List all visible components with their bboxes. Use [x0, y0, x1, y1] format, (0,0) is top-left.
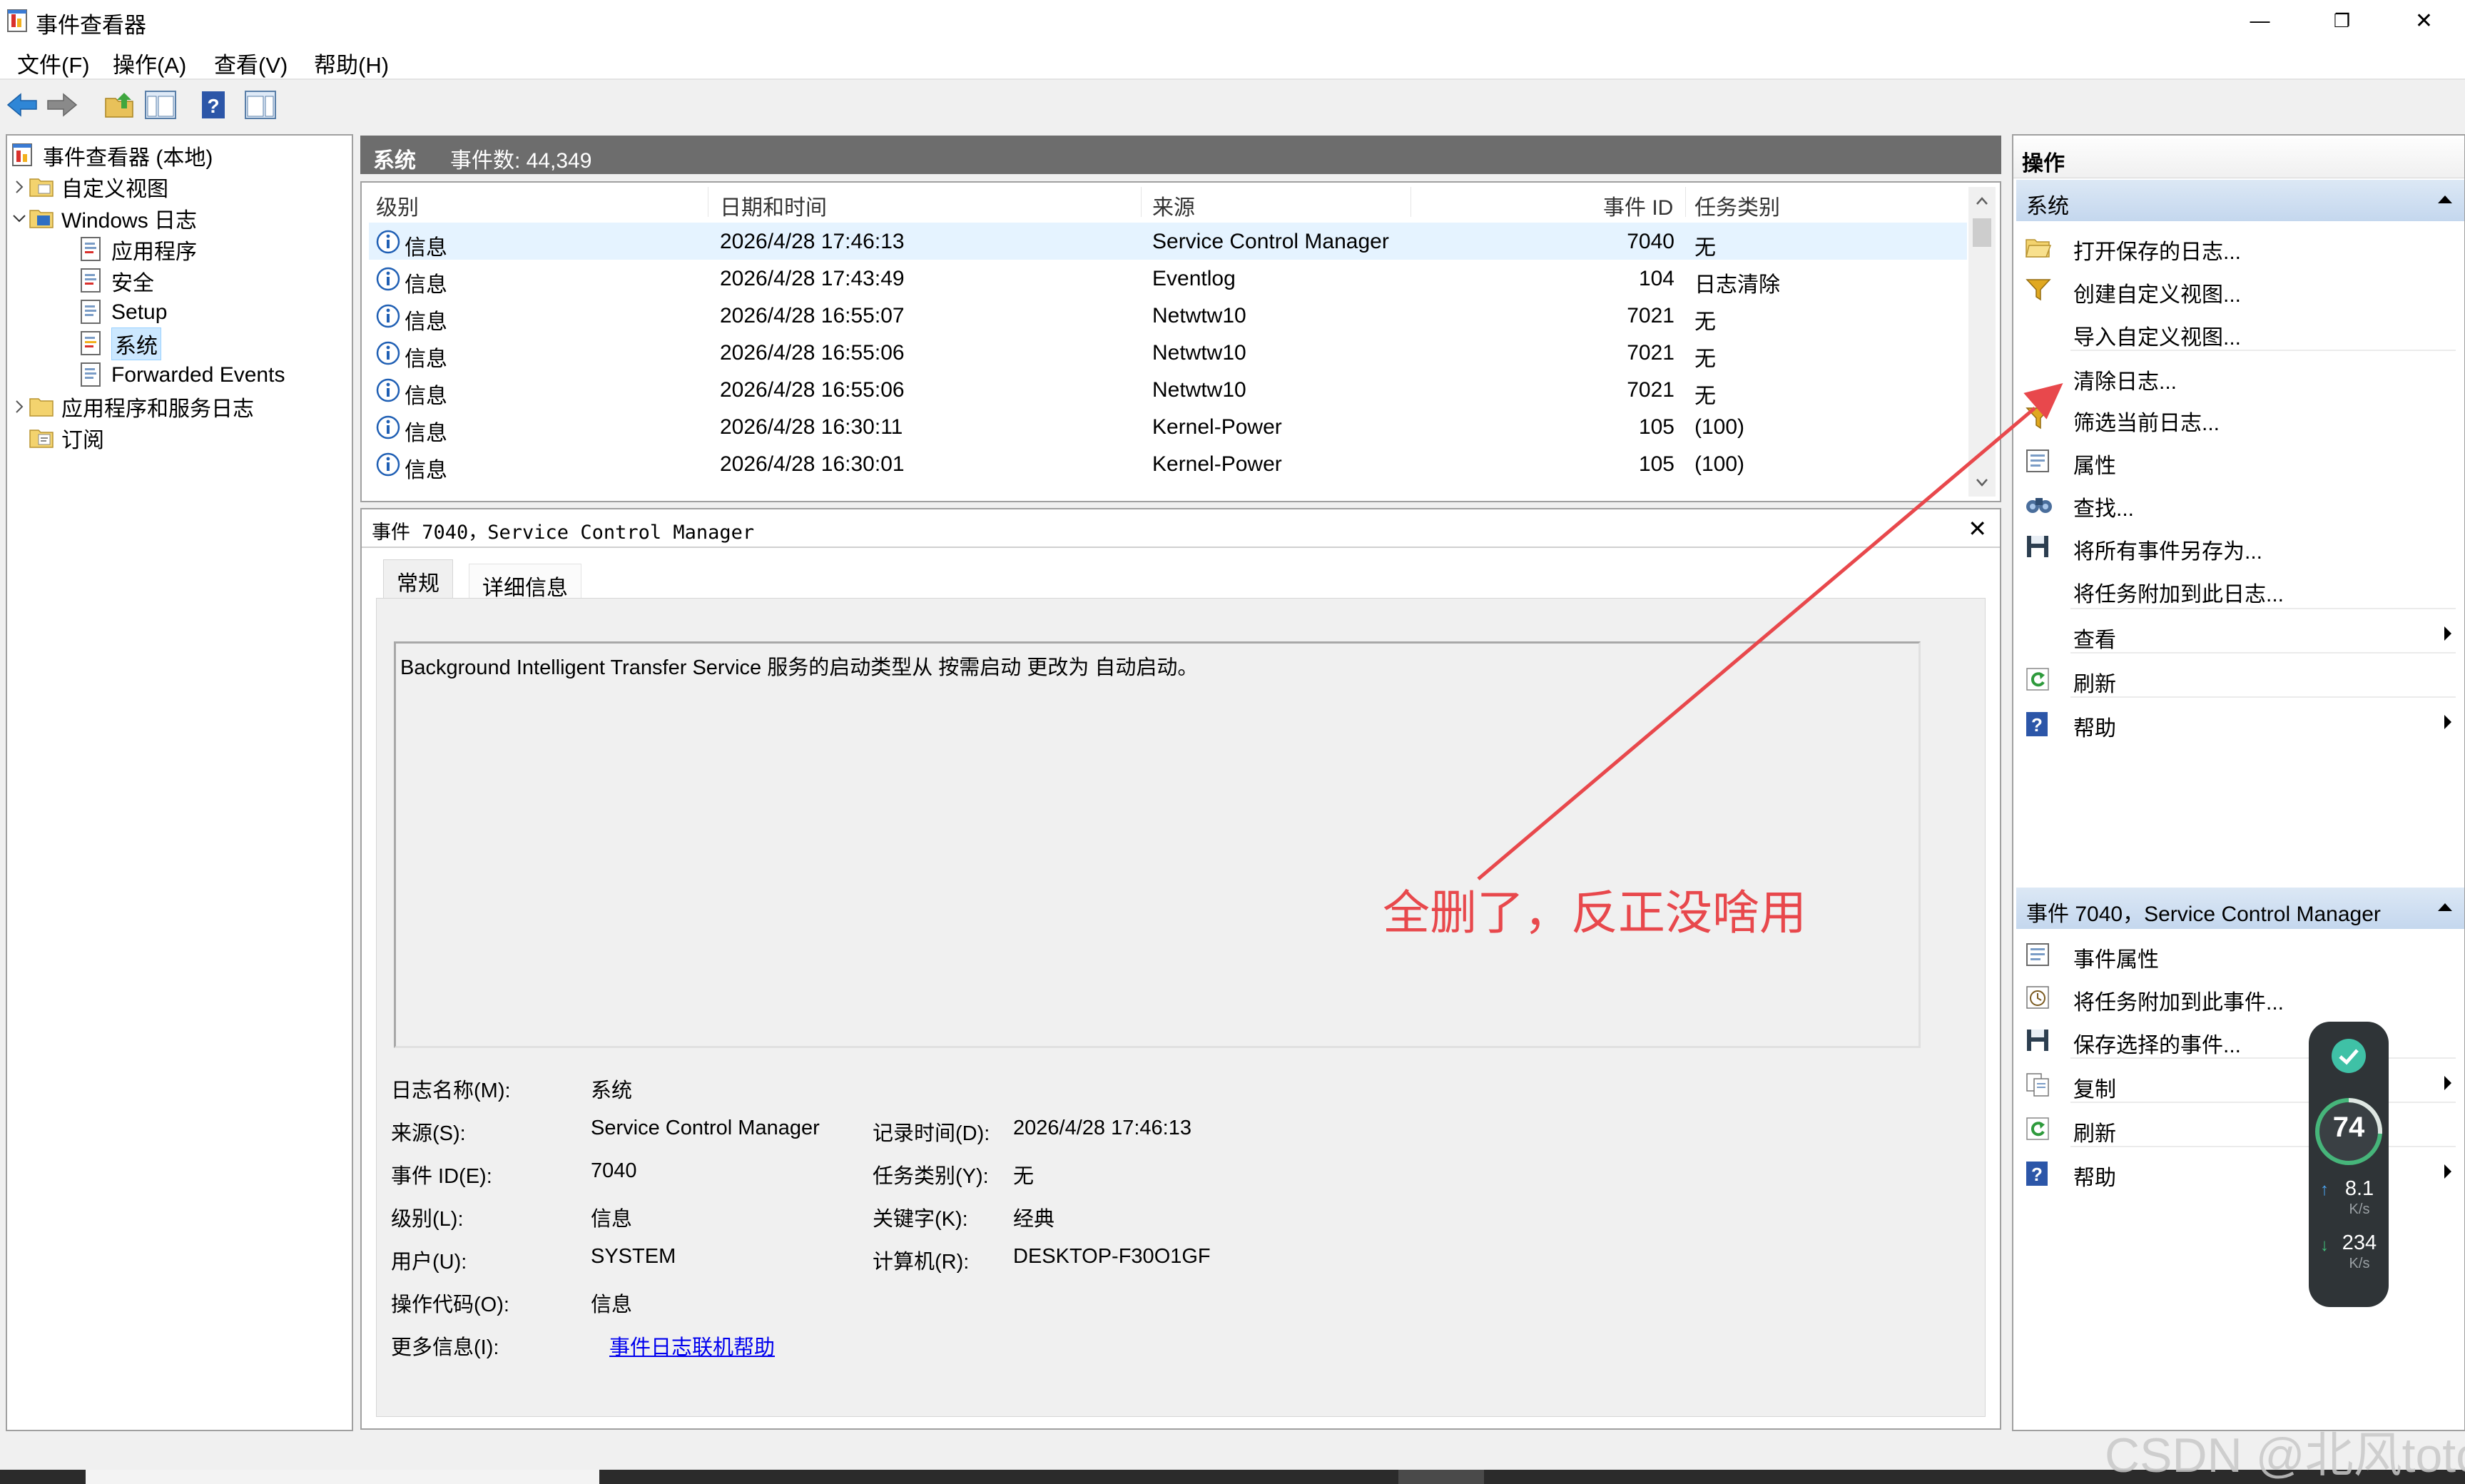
score-value: 74 — [2332, 1112, 2365, 1143]
download-unit: K/s — [2349, 1256, 2370, 1271]
network-speed-widget[interactable]: 74 ↑ 8.1 K/s ↓ 234 K/s — [2309, 1022, 2389, 1307]
check-icon — [2330, 1037, 2367, 1074]
upload-arrow-icon: ↑ — [2320, 1180, 2329, 1199]
upload-unit: K/s — [2349, 1201, 2370, 1217]
watermark: CSDN @北风toto — [2105, 1428, 2465, 1483]
download-arrow-icon: ↓ — [2320, 1236, 2329, 1255]
annotation-arrow — [1477, 383, 2063, 880]
download-speed: 234 — [2342, 1231, 2377, 1254]
upload-speed: 8.1 — [2344, 1177, 2374, 1200]
annotation-text: 全删了，反正没啥用 — [1383, 886, 1806, 939]
